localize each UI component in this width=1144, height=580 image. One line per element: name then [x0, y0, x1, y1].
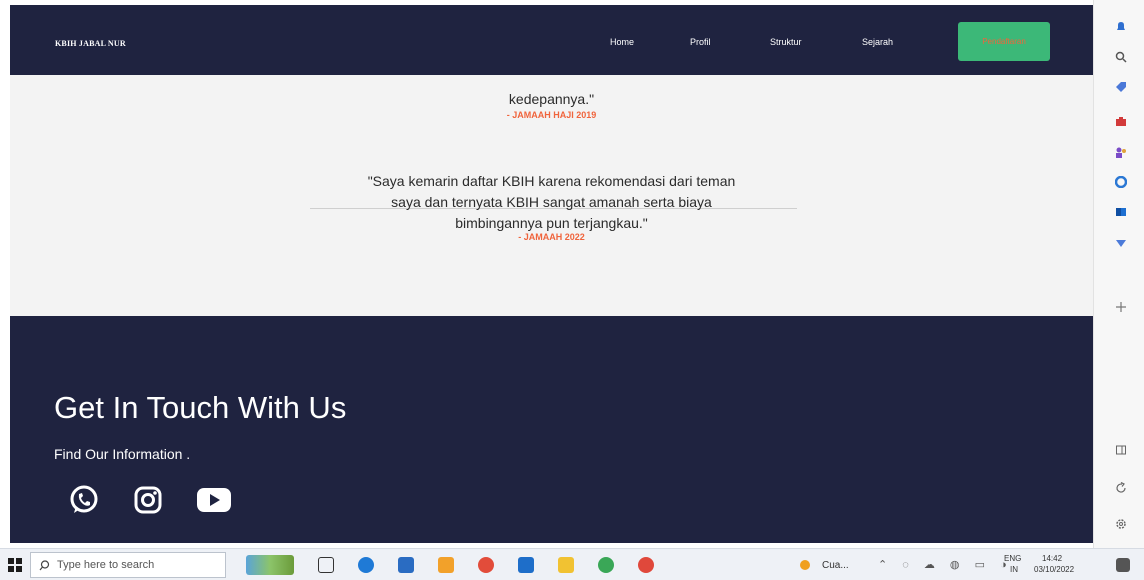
weather-text[interactable]: Cua...: [822, 560, 849, 571]
search-icon[interactable]: [1114, 50, 1128, 64]
clock-time[interactable]: 14:42: [1042, 554, 1062, 563]
add-icon[interactable]: [1114, 300, 1128, 314]
testimonial-author: - JAMAAH HAJI 2019: [506, 110, 597, 120]
nav-link-home[interactable]: Home: [610, 37, 634, 47]
whatsapp-icon[interactable]: [66, 482, 102, 518]
weather-icon[interactable]: [800, 560, 810, 570]
testimonials-section: kedepannya." - JAMAAH HAJI 2019 "Saya ke…: [10, 75, 1093, 316]
app-icon[interactable]: [438, 557, 454, 573]
system-tray-icons[interactable]: ⌃ ◌ ☁ ◍ ▭ ◑: [878, 558, 1013, 571]
site-navbar: KBIH JABAL NUR Home Profil Struktur Seja…: [10, 5, 1093, 75]
notification-icon[interactable]: [1116, 558, 1130, 572]
nav-link-sejarah[interactable]: Sejarah: [862, 37, 893, 47]
language-indicator[interactable]: ENG: [1004, 554, 1021, 563]
word-icon[interactable]: [518, 557, 534, 573]
brand-logo-text[interactable]: KBIH JABAL NUR: [55, 39, 126, 48]
refresh-icon[interactable]: [1114, 481, 1128, 495]
nav-link-struktur[interactable]: Struktur: [770, 37, 802, 47]
store-icon[interactable]: [398, 557, 414, 573]
contact-footer: Get In Touch With Us Find Our Informatio…: [10, 316, 1093, 543]
youtube-icon[interactable]: [196, 482, 232, 518]
search-icon: [39, 560, 50, 571]
testimonial-quote-line: kedepannya.": [508, 91, 595, 107]
briefcase-icon[interactable]: [1114, 115, 1128, 129]
footer-title: Get In Touch With Us: [54, 390, 347, 425]
instagram-icon[interactable]: [130, 482, 166, 518]
testimonial-quote-line: bimbingannya pun terjangkau.": [455, 215, 648, 231]
settings-icon[interactable]: [1114, 517, 1128, 531]
testimonial-author: - JAMAAH 2022: [518, 232, 585, 242]
clock-date[interactable]: 03/10/2022: [1034, 565, 1074, 574]
footer-subtitle: Find Our Information .: [54, 446, 191, 462]
people-icon[interactable]: [1114, 145, 1128, 159]
bell-icon[interactable]: [1114, 20, 1128, 34]
file-explorer-icon[interactable]: [558, 557, 574, 573]
task-view-icon[interactable]: [318, 557, 334, 573]
testimonial-quote-line: saya dan ternyata KBIH sangat amanah ser…: [391, 194, 712, 210]
chrome-icon[interactable]: [478, 557, 494, 573]
taskbar-search-input[interactable]: Type here to search: [30, 552, 226, 578]
register-button[interactable]: Pendaftaran: [958, 22, 1050, 61]
browser-viewport: KBIH JABAL NUR Home Profil Struktur Seja…: [10, 5, 1093, 543]
sidebar-toggle-icon[interactable]: [1114, 443, 1128, 457]
games-icon[interactable]: [1114, 236, 1128, 250]
landscape-widget-icon[interactable]: [246, 555, 294, 575]
tag-icon[interactable]: [1114, 80, 1128, 94]
testimonial-quote-line: "Saya kemarin daftar KBIH karena rekomen…: [367, 173, 736, 189]
browser-side-panel: [1093, 0, 1144, 548]
language-region: IN: [1010, 565, 1018, 574]
chrome-profile-icon[interactable]: [598, 557, 614, 573]
windows-taskbar: Type here to search Cua... ⌃ ◌ ☁ ◍ ▭ ◑ E…: [0, 548, 1144, 580]
windows-start-icon[interactable]: [8, 558, 22, 572]
outlook-icon[interactable]: [1114, 205, 1128, 219]
taskbar-search-placeholder: Type here to search: [57, 559, 155, 571]
app-red-icon[interactable]: [638, 557, 654, 573]
nav-link-profil[interactable]: Profil: [690, 37, 711, 47]
office-icon[interactable]: [1114, 175, 1128, 189]
edge-icon[interactable]: [358, 557, 374, 573]
